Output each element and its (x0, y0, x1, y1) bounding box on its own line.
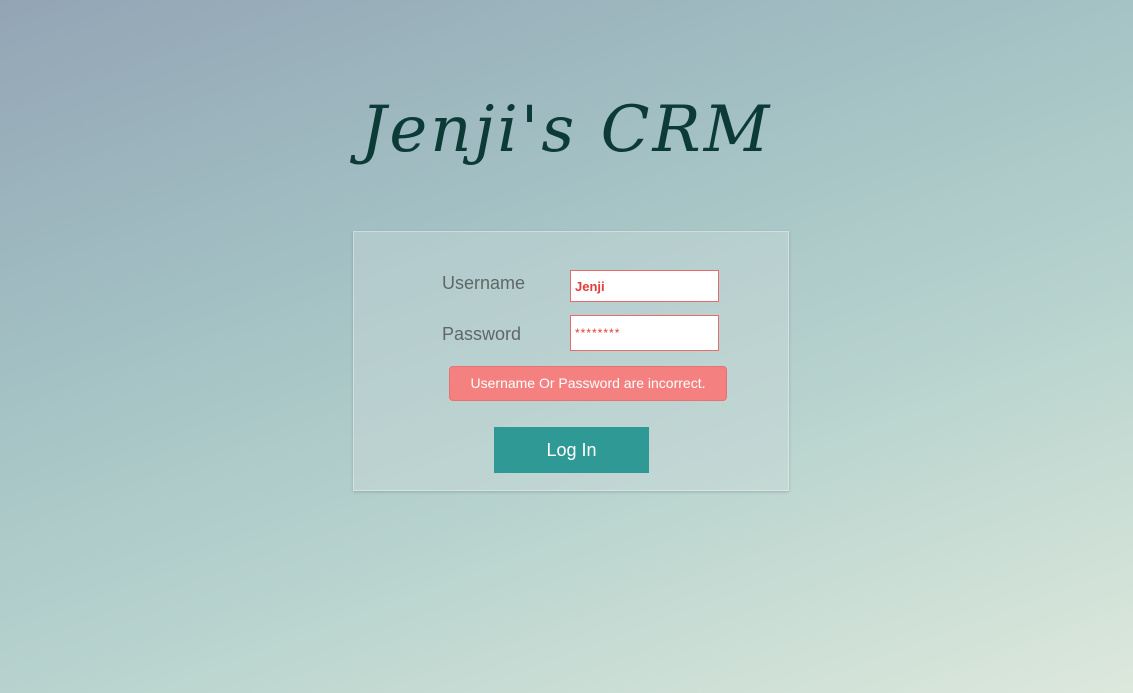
password-label: Password (442, 324, 522, 344)
password-field[interactable] (570, 315, 719, 351)
username-label: Username (442, 273, 526, 293)
error-message: Username Or Password are incorrect. (449, 366, 727, 401)
login-form: Username Password Username Or Password a… (353, 231, 789, 491)
username-field[interactable] (570, 270, 719, 302)
app-title: Jenji's CRM (360, 93, 773, 167)
login-button[interactable]: Log In (494, 427, 649, 473)
